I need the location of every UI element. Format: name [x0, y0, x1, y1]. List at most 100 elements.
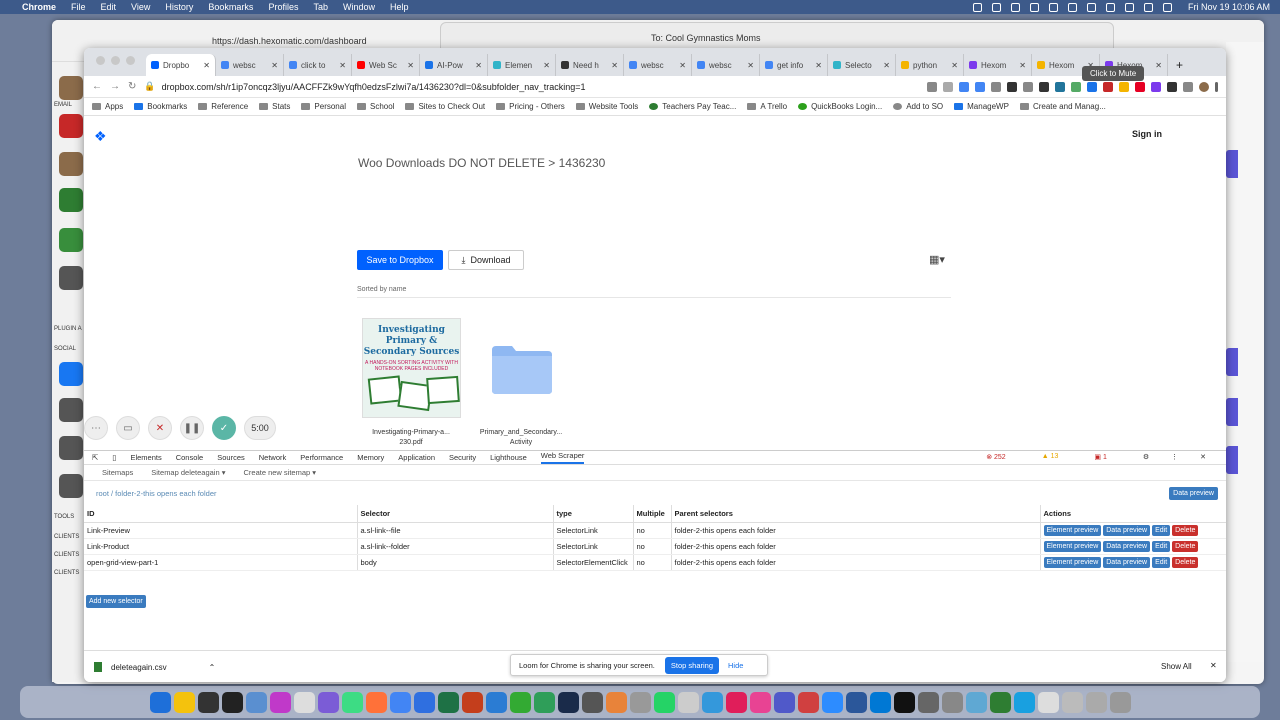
bookmark-quickbooks[interactable]: QuickBooks Login... — [798, 102, 882, 111]
device-toolbar-icon[interactable]: ▯ — [112, 453, 116, 462]
address-bar[interactable]: 🔒 dropbox.com/sh/r1ip7oncqz3ljyu/AACFFZk… — [144, 81, 927, 92]
tab-3[interactable]: click to ✕ — [284, 54, 352, 76]
add-new-selector-button[interactable]: Add new selector — [86, 595, 146, 608]
bookmark-personal[interactable]: Personal — [301, 102, 346, 111]
tab-network[interactable]: Network — [259, 453, 287, 462]
dock-app-icon[interactable] — [557, 691, 579, 713]
menu-sitemaps[interactable]: Sitemaps — [102, 468, 133, 477]
minimize-window-button[interactable] — [111, 56, 120, 65]
reload-icon[interactable]: ↻ — [128, 81, 136, 92]
tab-application[interactable]: Application — [398, 453, 435, 462]
menu-create-sitemap[interactable]: Create new sitemap ▾ — [244, 468, 317, 477]
bookmark-add-to-so[interactable]: Add to SO — [893, 102, 943, 111]
dock-app-icon[interactable] — [1013, 691, 1035, 713]
tab-13[interactable]: Hexom ✕ — [964, 54, 1032, 76]
dock-app-icon[interactable] — [461, 691, 483, 713]
close-tab-icon[interactable]: ✕ — [1019, 61, 1026, 70]
back-icon[interactable]: ← — [92, 81, 102, 92]
dock-app-icon[interactable] — [149, 691, 171, 713]
folder-name[interactable]: Primary_and_Secondary... Activity — [466, 428, 576, 448]
bookmark-pricing[interactable]: Pricing - Others — [496, 102, 565, 111]
settings-gear-icon[interactable]: ⚙ — [1143, 453, 1149, 461]
extension-icon[interactable] — [1055, 81, 1065, 92]
edit-button[interactable]: Edit — [1152, 557, 1171, 568]
extension-icon[interactable] — [1167, 81, 1177, 92]
instagram-icon[interactable] — [59, 398, 83, 422]
menu-edit[interactable]: Edit — [101, 2, 117, 12]
dock-app-icon[interactable] — [653, 691, 675, 713]
dock-app-icon[interactable] — [797, 691, 819, 713]
avatar[interactable] — [59, 152, 83, 176]
issue-count[interactable]: ▣ 1 — [1094, 453, 1120, 461]
extension-icon[interactable] — [1151, 81, 1161, 92]
tab-web-scraper[interactable]: Web Scraper — [540, 451, 585, 464]
status-icon[interactable] — [1029, 2, 1039, 12]
stop-sharing-button[interactable]: Stop sharing — [664, 656, 720, 674]
bookmark-tpt[interactable]: Teachers Pay Teac... — [649, 102, 736, 111]
bookmark-apps[interactable]: Apps — [92, 102, 123, 111]
file-name[interactable]: Investigating-Primary-a... 230.pdf — [356, 428, 466, 448]
tab-1[interactable]: Dropbo ✕ — [146, 54, 216, 76]
delete-button[interactable]: Delete — [1172, 557, 1199, 568]
profile-avatar[interactable] — [1199, 81, 1209, 92]
tab-6[interactable]: Elemen ✕ — [488, 54, 556, 76]
element-preview-button[interactable]: Element preview — [1043, 541, 1102, 552]
tab-10[interactable]: get info ✕ — [760, 54, 828, 76]
breadcrumb[interactable]: Woo Downloads DO NOT DELETE > 1436230 — [358, 156, 605, 170]
dock-app-icon[interactable] — [749, 691, 771, 713]
puzzle-icon[interactable] — [1183, 81, 1193, 92]
kebab-menu-icon[interactable]: ⋮ — [1171, 453, 1178, 461]
tab-elements[interactable]: Elements — [130, 453, 161, 462]
edit-button[interactable]: Edit — [1152, 541, 1171, 552]
dock-app-icon[interactable] — [173, 691, 195, 713]
extension-icon[interactable] — [1087, 81, 1097, 92]
dock-app-icon[interactable] — [725, 691, 747, 713]
tab-5[interactable]: AI-Pow ✕ — [420, 54, 488, 76]
bookmark-sites[interactable]: Sites to Check Out — [405, 102, 485, 111]
close-tab-icon[interactable]: ✕ — [747, 61, 754, 70]
dock-app-icon[interactable] — [773, 691, 795, 713]
status-icon[interactable] — [1105, 2, 1115, 12]
bookmark-bookmarks[interactable]: Bookmarks — [134, 102, 187, 111]
chevron-up-icon[interactable]: ⌃ — [209, 663, 216, 672]
dock-app-icon[interactable] — [437, 691, 459, 713]
status-icon[interactable] — [1010, 2, 1020, 12]
download-item[interactable]: deleteagain.csv ⌃ — [94, 662, 215, 672]
delete-button[interactable]: Delete — [1172, 525, 1199, 536]
data-preview-button[interactable]: Data preview — [1103, 541, 1151, 552]
tab-lighthouse[interactable]: Lighthouse — [490, 453, 527, 462]
bookmark-trello[interactable]: A Trello — [747, 102, 787, 111]
pdf-thumbnail[interactable]: Investigating Primary & Secondary Source… — [362, 318, 461, 418]
close-icon[interactable]: ✕ — [1210, 661, 1217, 670]
star-icon[interactable] — [943, 81, 953, 92]
finish-recording-icon[interactable]: ✓ — [212, 416, 236, 440]
twitter-icon[interactable] — [59, 474, 83, 498]
close-tab-icon[interactable]: ✕ — [475, 61, 482, 70]
more-icon[interactable]: ⋯ — [84, 416, 108, 440]
close-tab-icon[interactable]: ✕ — [407, 61, 414, 70]
cancel-recording-icon[interactable]: ✕ — [148, 416, 172, 440]
dock-app-icon[interactable] — [485, 691, 507, 713]
delete-button[interactable]: Delete — [1172, 541, 1199, 552]
dock-app-icon[interactable] — [821, 691, 843, 713]
dock-app-icon[interactable] — [317, 691, 339, 713]
status-icon[interactable] — [991, 2, 1001, 12]
dock-app-icon[interactable] — [581, 691, 603, 713]
menu-sitemap-current[interactable]: Sitemap deleteagain ▾ — [151, 468, 225, 477]
extension-icon[interactable] — [975, 81, 985, 92]
zoom-window-button[interactable] — [126, 56, 135, 65]
extension-icon[interactable] — [1007, 81, 1017, 92]
status-icon[interactable] — [1067, 2, 1077, 12]
extension-icon[interactable] — [1103, 81, 1113, 92]
mail-to-field[interactable]: To: Cool Gymnastics Moms — [651, 33, 761, 43]
dock-app-icon[interactable] — [845, 691, 867, 713]
dock-app-icon[interactable] — [989, 691, 1011, 713]
bookmark-managewp[interactable]: ManageWP — [954, 102, 1009, 111]
dock-app-icon[interactable] — [1085, 691, 1107, 713]
tab-9[interactable]: websc ✕ — [692, 54, 760, 76]
close-tab-icon[interactable]: ✕ — [543, 61, 550, 70]
close-window-button[interactable] — [96, 56, 105, 65]
element-preview-button[interactable]: Element preview — [1043, 557, 1102, 568]
close-tab-icon[interactable]: ✕ — [611, 61, 618, 70]
tab-memory[interactable]: Memory — [357, 453, 384, 462]
